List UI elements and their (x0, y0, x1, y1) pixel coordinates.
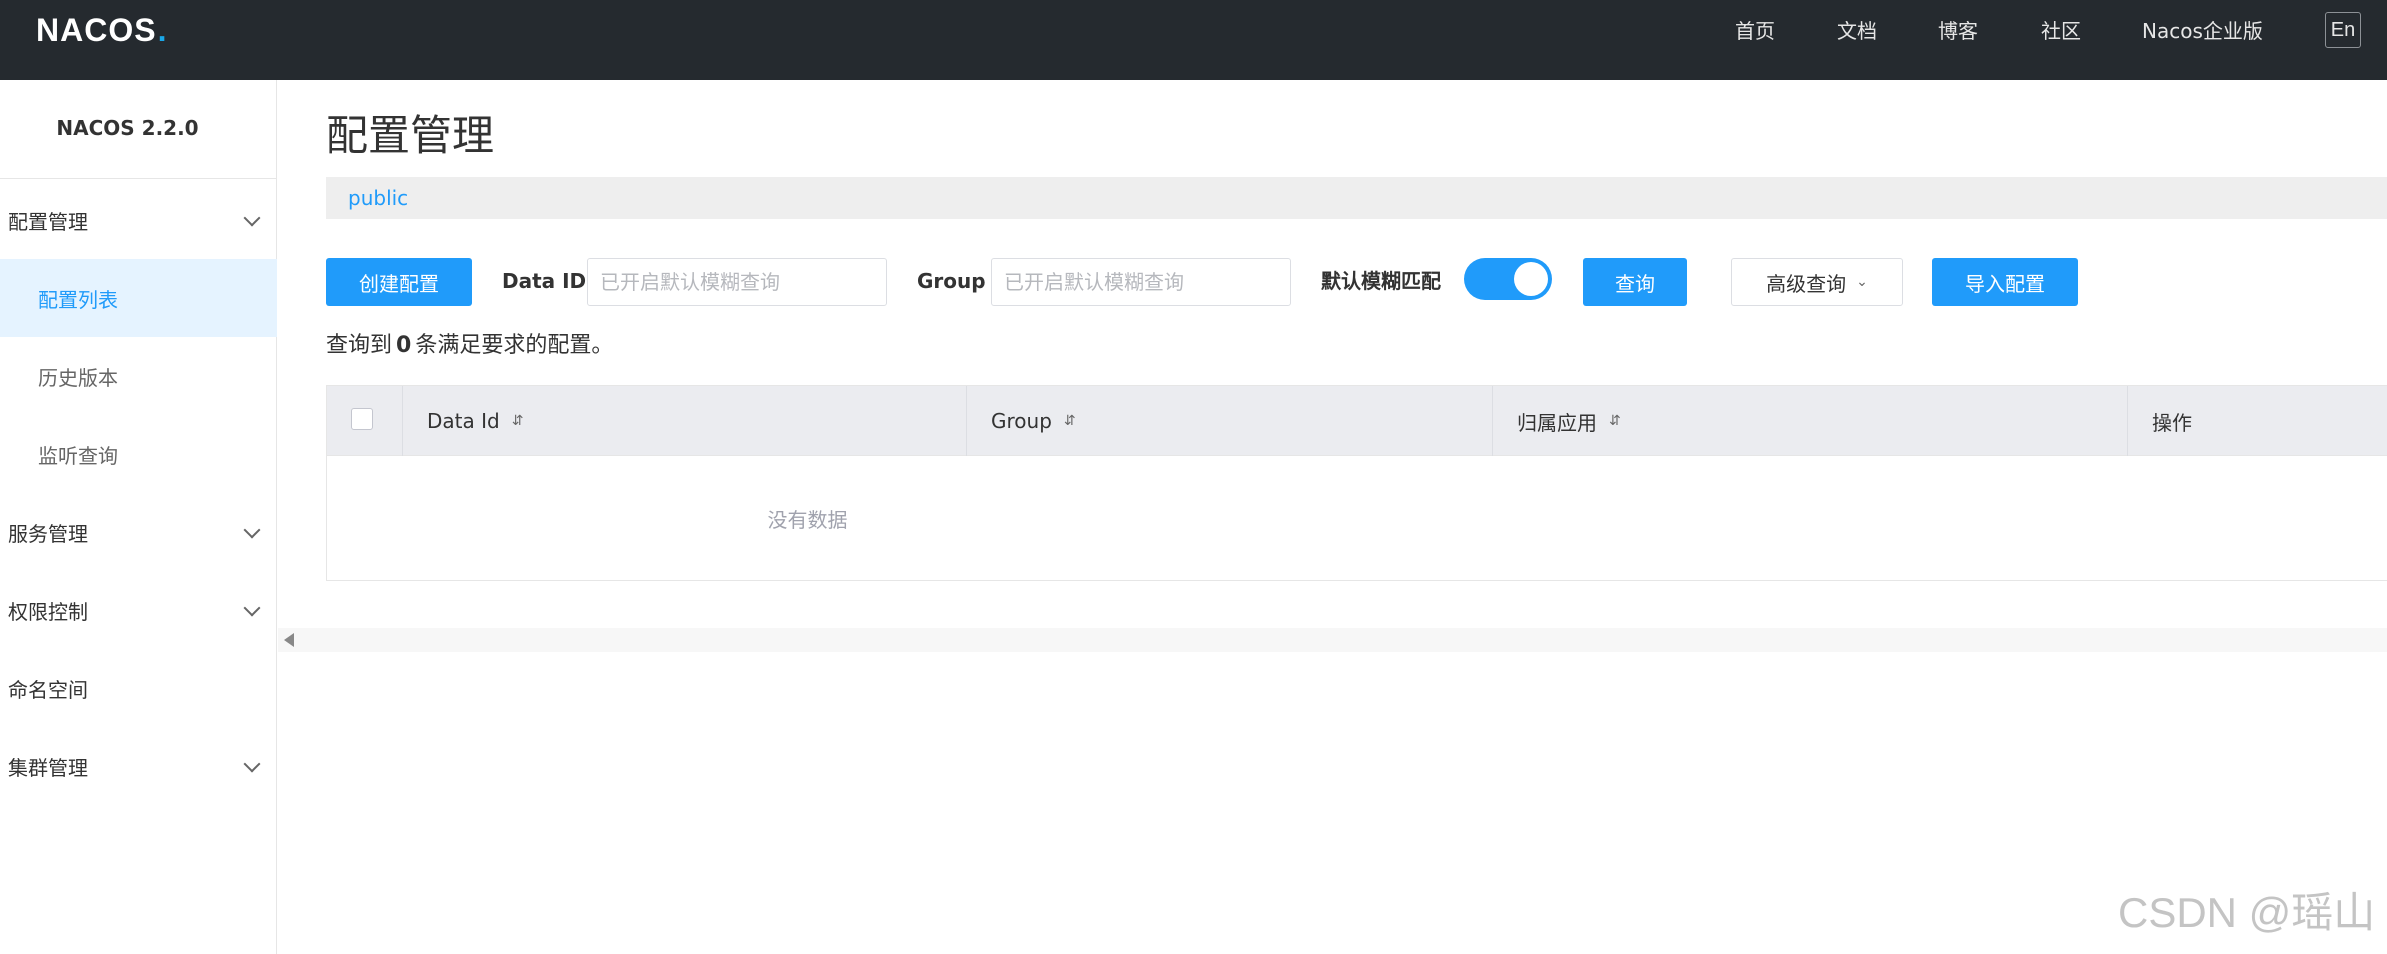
group-label: Group (917, 269, 986, 293)
sidebar-item-label: 服务管理 (8, 521, 88, 546)
nav-enterprise[interactable]: Nacos企业版 (2142, 18, 2263, 44)
config-table: Data Id ⇵ Group ⇵ 归属应用 ⇵ 操作 没有数据 (326, 385, 2387, 581)
sort-icon[interactable]: ⇵ (512, 413, 524, 429)
sidebar-item-label: 配置列表 (38, 287, 118, 312)
sidebar-item-cluster-management[interactable]: 集群管理 (0, 727, 277, 805)
column-header-label: 操作 (2152, 410, 2192, 435)
result-suffix: 条满足要求的配置。 (415, 333, 614, 358)
horizontal-scrollbar[interactable] (278, 628, 2387, 652)
nav-home[interactable]: 首页 (1735, 18, 1775, 44)
sidebar-divider (0, 178, 277, 179)
top-nav: 首页 文档 博客 社区 Nacos企业版 En (0, 0, 2387, 60)
namespace-bar: public (326, 177, 2387, 219)
advanced-query-button[interactable]: 高级查询 ⌄ (1731, 258, 1903, 306)
sidebar-item-history[interactable]: 历史版本 (0, 337, 277, 415)
sidebar-item-label: 集群管理 (8, 755, 88, 780)
dataid-label: Data ID (502, 269, 587, 293)
result-prefix: 查询到 (326, 333, 393, 358)
select-all-checkbox[interactable] (351, 408, 373, 430)
fuzzy-match-label: 默认模糊匹配 (1321, 269, 1441, 293)
sidebar: NACOS 2.2.0 配置管理 配置列表 历史版本 监听查询 服务管理 权限控… (0, 80, 277, 954)
select-all-cell (327, 386, 402, 456)
group-input[interactable] (991, 258, 1291, 306)
dataid-input[interactable] (587, 258, 887, 306)
toggle-knob (1514, 262, 1548, 296)
import-config-button[interactable]: 导入配置 (1932, 258, 2078, 306)
sidebar-item-label: 监听查询 (38, 443, 118, 468)
chevron-down-icon (243, 209, 261, 227)
sort-icon[interactable]: ⇵ (1609, 413, 1621, 429)
result-summary: 查询到 0 条满足要求的配置。 (326, 332, 613, 360)
column-header-label: 归属应用 (1517, 410, 1597, 435)
version-title: NACOS 2.2.0 (56, 116, 199, 140)
chevron-down-icon: ⌄ (1856, 274, 1868, 290)
column-header-label: Group (991, 409, 1052, 433)
chevron-down-icon (243, 599, 261, 617)
sidebar-item-label: 配置管理 (8, 209, 88, 234)
namespace-link-public[interactable]: public (348, 185, 408, 211)
top-header: NACOS. 首页 文档 博客 社区 Nacos企业版 En (0, 0, 2387, 80)
result-count: 0 (396, 333, 412, 358)
sidebar-item-namespace[interactable]: 命名空间 (0, 649, 277, 727)
fuzzy-match-toggle[interactable] (1464, 258, 1552, 300)
page-title: 配置管理 (326, 111, 495, 160)
nav-blog[interactable]: 博客 (1938, 18, 1978, 44)
create-config-button[interactable]: 创建配置 (326, 258, 472, 306)
language-switch-button[interactable]: En (2325, 12, 2361, 48)
sidebar-item-access-control[interactable]: 权限控制 (0, 571, 277, 649)
scroll-left-icon[interactable] (284, 633, 294, 647)
sidebar-item-service-management[interactable]: 服务管理 (0, 493, 277, 571)
query-button[interactable]: 查询 (1583, 258, 1687, 306)
column-header-label: Data Id (427, 409, 500, 433)
sidebar-item-label: 历史版本 (38, 365, 118, 390)
table-header: Data Id ⇵ Group ⇵ 归属应用 ⇵ 操作 (327, 386, 2387, 456)
chevron-down-icon (243, 755, 261, 773)
column-header-actions: 操作 (2127, 386, 2387, 456)
nav-docs[interactable]: 文档 (1837, 18, 1877, 44)
watermark: CSDN @瑶山 (2118, 889, 2376, 936)
empty-text: 没有数据 (767, 508, 848, 532)
sidebar-item-config-list[interactable]: 配置列表 (0, 259, 277, 337)
nav-community[interactable]: 社区 (2041, 18, 2081, 44)
column-header-app[interactable]: 归属应用 ⇵ (1492, 386, 2127, 456)
sort-icon[interactable]: ⇵ (1064, 413, 1076, 429)
sidebar-item-label: 权限控制 (8, 599, 88, 624)
sidebar-item-label: 命名空间 (8, 677, 88, 702)
column-header-dataid[interactable]: Data Id ⇵ (402, 386, 966, 456)
chevron-down-icon (243, 521, 261, 539)
advanced-query-label: 高级查询 (1766, 271, 1847, 296)
table-empty-state: 没有数据 (327, 456, 2387, 581)
sidebar-item-config-management[interactable]: 配置管理 (0, 181, 277, 259)
sidebar-item-listener-query[interactable]: 监听查询 (0, 415, 277, 493)
column-header-group[interactable]: Group ⇵ (966, 386, 1492, 456)
